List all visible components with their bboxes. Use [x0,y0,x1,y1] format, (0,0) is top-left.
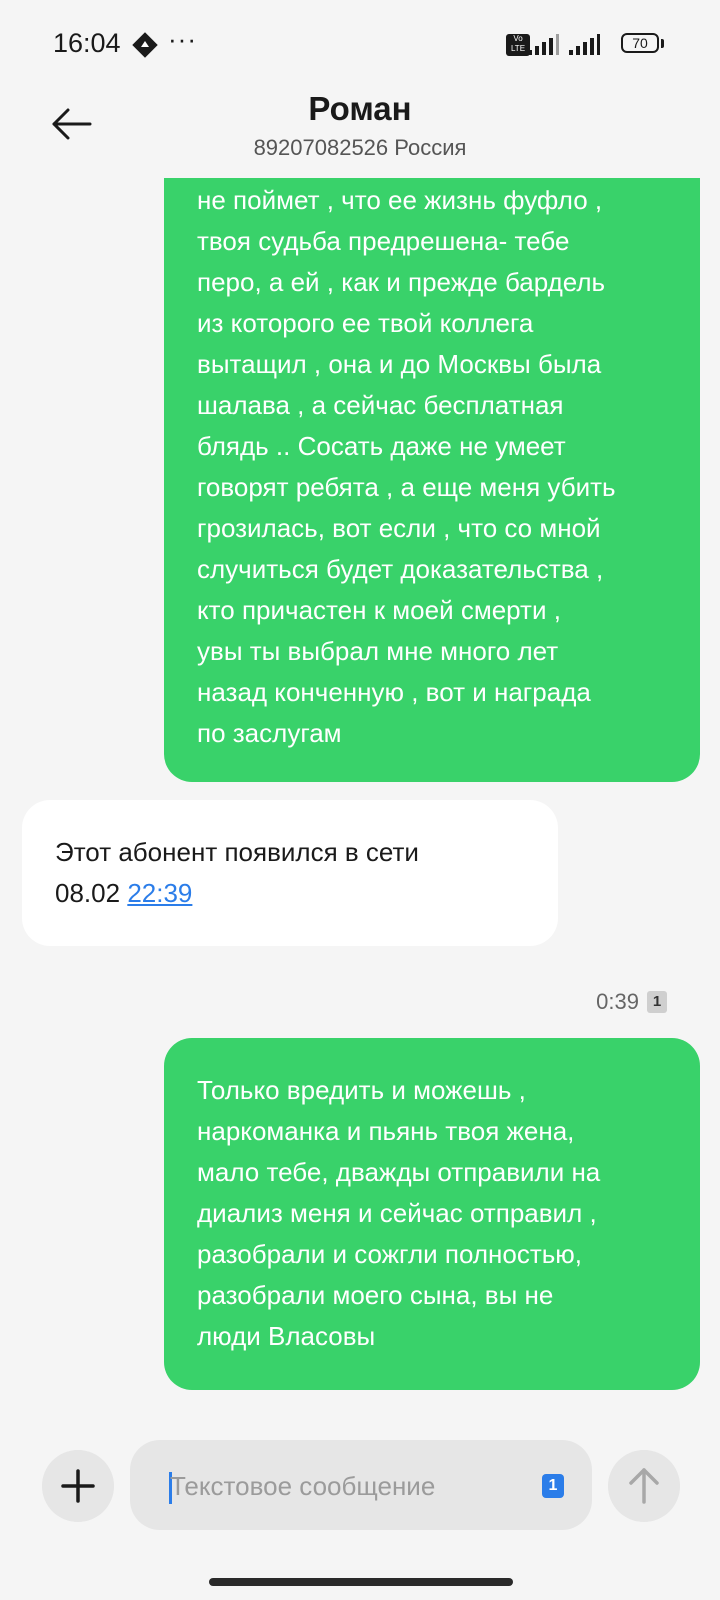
sim-badge: 1 [647,991,667,1013]
message-line: грозилась, вот если , что со мной [197,513,601,543]
conversation-header: Роман 89207082526 Россия [0,86,720,178]
message-line: не поймет , что ее жизнь фуфло , [197,185,603,215]
message-line: разобрали моего сына, вы не [197,1280,554,1310]
message-bubble-incoming[interactable]: Этот абонент появился в сети 08.02 22:39 [22,800,558,946]
message-line: блядь .. Сосать даже не умеет [197,431,566,461]
message-bubble-outgoing[interactable]: не поймет , что ее жизнь фуфло , твоя су… [164,160,700,782]
message-line: разобрали и сожгли полностью, [197,1239,583,1269]
message-line: случиться будет доказательства , [197,554,604,584]
message-line: Только вредить и можешь , [197,1075,526,1105]
message-line: кто причастен к моей смерти , [197,595,561,625]
message-line: мало тебе, дважды отправили на [197,1157,601,1187]
status-bar: 16:04 ··· Vo LTE 70 [0,0,720,92]
attach-button[interactable] [42,1450,114,1522]
message-time: 0:39 [596,989,639,1014]
message-line: из которого ее твой коллега [197,308,534,338]
message-line: говорят ребята , а еще меня убить [197,472,616,502]
message-line: перо, а ей , как и прежде бардель [197,267,606,297]
time-link[interactable]: 22:39 [127,878,192,908]
contact-name[interactable]: Роман [0,90,720,128]
signal-icon [528,34,559,55]
message-line: 08.02 22:39 [55,873,534,914]
message-line: увы ты выбрал мне много лет [197,636,559,666]
message-line: твоя судьба предрешена- тебе [197,226,570,256]
signal-icon [569,34,600,55]
status-time: 16:04 [53,28,121,58]
message-line: люди Власовы [197,1321,376,1351]
sim-select-button[interactable]: 1 [542,1474,564,1498]
more-status-icons: ··· [168,24,197,54]
message-date: 08.02 [55,878,121,908]
battery-icon: 70 [621,33,665,55]
message-line: назад конченную , вот и награда [197,677,591,707]
message-line: Этот абонент появился в сети [55,837,419,867]
message-list[interactable]: не поймет , что ее жизнь фуфло , твоя су… [0,160,720,1408]
message-line: диализ меня и сейчас отправил , [197,1198,597,1228]
message-input-box[interactable]: 1 [130,1440,592,1530]
message-bubble-outgoing[interactable]: Только вредить и можешь , наркоманка и п… [164,1038,700,1390]
message-input[interactable] [170,1462,510,1510]
battery-level: 70 [621,33,659,53]
home-indicator[interactable] [209,1578,513,1586]
message-line: по заслугам [197,718,342,748]
send-button[interactable] [608,1450,680,1522]
message-meta: 0:39 1 [596,988,667,1016]
messaging-screen: 16:04 ··· Vo LTE 70 Роман 89207082526 Ро… [0,0,720,1600]
message-line: наркоманка и пьянь твоя жена, [197,1116,575,1146]
message-line: вытащил , она и до Москвы была [197,349,602,379]
message-line: шалава , а сейчас бесплатная [197,390,564,420]
message-composer: 1 [0,1420,720,1540]
contact-number: 89207082526 Россия [253,135,467,160]
navigation-icon [132,32,158,58]
